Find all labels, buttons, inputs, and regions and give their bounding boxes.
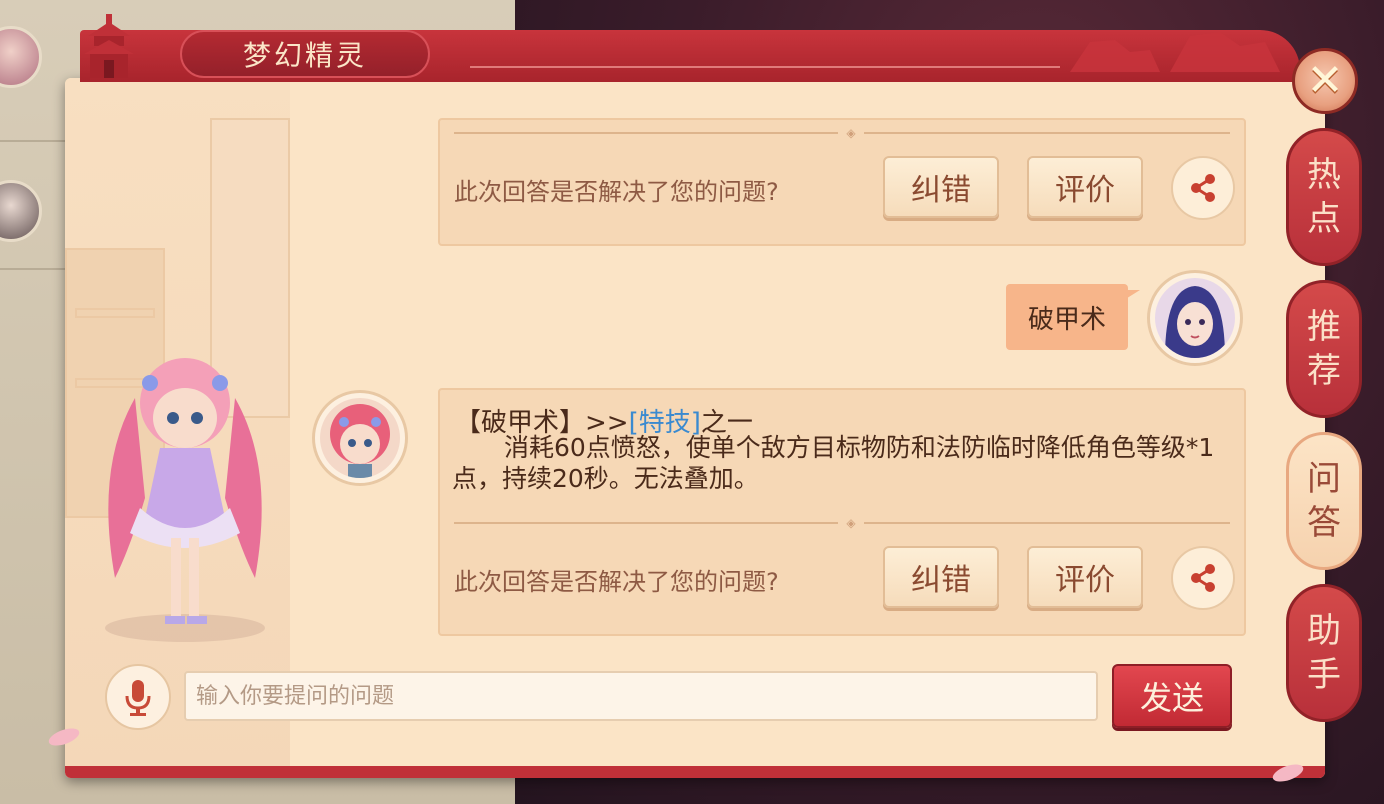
user-message-text: 破甲术 bbox=[1027, 304, 1106, 335]
close-icon: ✕ bbox=[1306, 55, 1344, 106]
close-button[interactable]: ✕ bbox=[1292, 48, 1358, 114]
rate-button[interactable]: 评价 bbox=[1027, 156, 1143, 218]
assistant-avatar-image bbox=[320, 398, 400, 478]
background-avatar bbox=[0, 180, 42, 242]
correct-button[interactable]: 纠错 bbox=[883, 156, 999, 218]
divider-ornament-icon: ◈ bbox=[838, 516, 864, 530]
background-avatar bbox=[0, 26, 42, 88]
header-decor-line bbox=[470, 66, 1060, 68]
tab-assistant-label-1: 助 bbox=[1307, 611, 1341, 651]
question-input[interactable] bbox=[184, 671, 1098, 721]
tab-hot-label-1: 热 bbox=[1307, 155, 1341, 195]
tab-assistant[interactable]: 助 手 bbox=[1286, 584, 1362, 722]
microphone-icon bbox=[125, 680, 151, 716]
user-avatar-image bbox=[1155, 278, 1235, 358]
send-button[interactable]: 发送 bbox=[1112, 664, 1232, 728]
panel-bottom-border bbox=[65, 766, 1325, 778]
feedback-question-text: 此次回答是否解决了您的问题? bbox=[454, 178, 779, 206]
bookshelf-shelf bbox=[75, 308, 155, 318]
tab-recommend-label-2: 荐 bbox=[1307, 351, 1341, 391]
window-title-tab: 梦幻精灵 bbox=[180, 30, 430, 78]
answer-body-text: 消耗60点愤怒，使单个敌方目标物防和法防临时降低角色等级*1点，持续20秒。无法… bbox=[452, 433, 1215, 493]
tab-qa-label-1: 问 bbox=[1307, 459, 1341, 499]
horse-decoration-icon bbox=[1070, 32, 1280, 72]
tab-qa-label-2: 答 bbox=[1307, 503, 1341, 543]
window-title: 梦幻精灵 bbox=[242, 39, 367, 72]
share-icon bbox=[1191, 564, 1215, 592]
card-divider: ◈ bbox=[454, 516, 1230, 530]
user-avatar bbox=[1147, 270, 1243, 366]
tab-hot-label-2: 点 bbox=[1307, 199, 1341, 239]
bubble-tail bbox=[1124, 290, 1140, 300]
share-button[interactable] bbox=[1171, 546, 1235, 610]
tab-hot[interactable]: 热 点 bbox=[1286, 128, 1362, 266]
tab-assistant-label-2: 手 bbox=[1307, 655, 1341, 695]
tab-recommend[interactable]: 推 荐 bbox=[1286, 280, 1362, 418]
tab-recommend-label-1: 推 bbox=[1307, 307, 1341, 347]
fairy-character bbox=[105, 358, 265, 642]
share-icon bbox=[1191, 174, 1215, 202]
microphone-button[interactable] bbox=[105, 664, 171, 730]
assistant-avatar bbox=[312, 390, 408, 486]
card-divider: ◈ bbox=[454, 126, 1230, 140]
feedback-question-text: 此次回答是否解决了您的问题? bbox=[454, 568, 779, 596]
tab-qa[interactable]: 问 答 bbox=[1286, 432, 1362, 570]
share-button[interactable] bbox=[1171, 156, 1235, 220]
correct-button[interactable]: 纠错 bbox=[883, 546, 999, 608]
user-message-bubble: 破甲术 bbox=[1006, 284, 1128, 350]
rate-button[interactable]: 评价 bbox=[1027, 546, 1143, 608]
pagoda-icon bbox=[84, 14, 134, 78]
divider-ornament-icon: ◈ bbox=[838, 126, 864, 140]
